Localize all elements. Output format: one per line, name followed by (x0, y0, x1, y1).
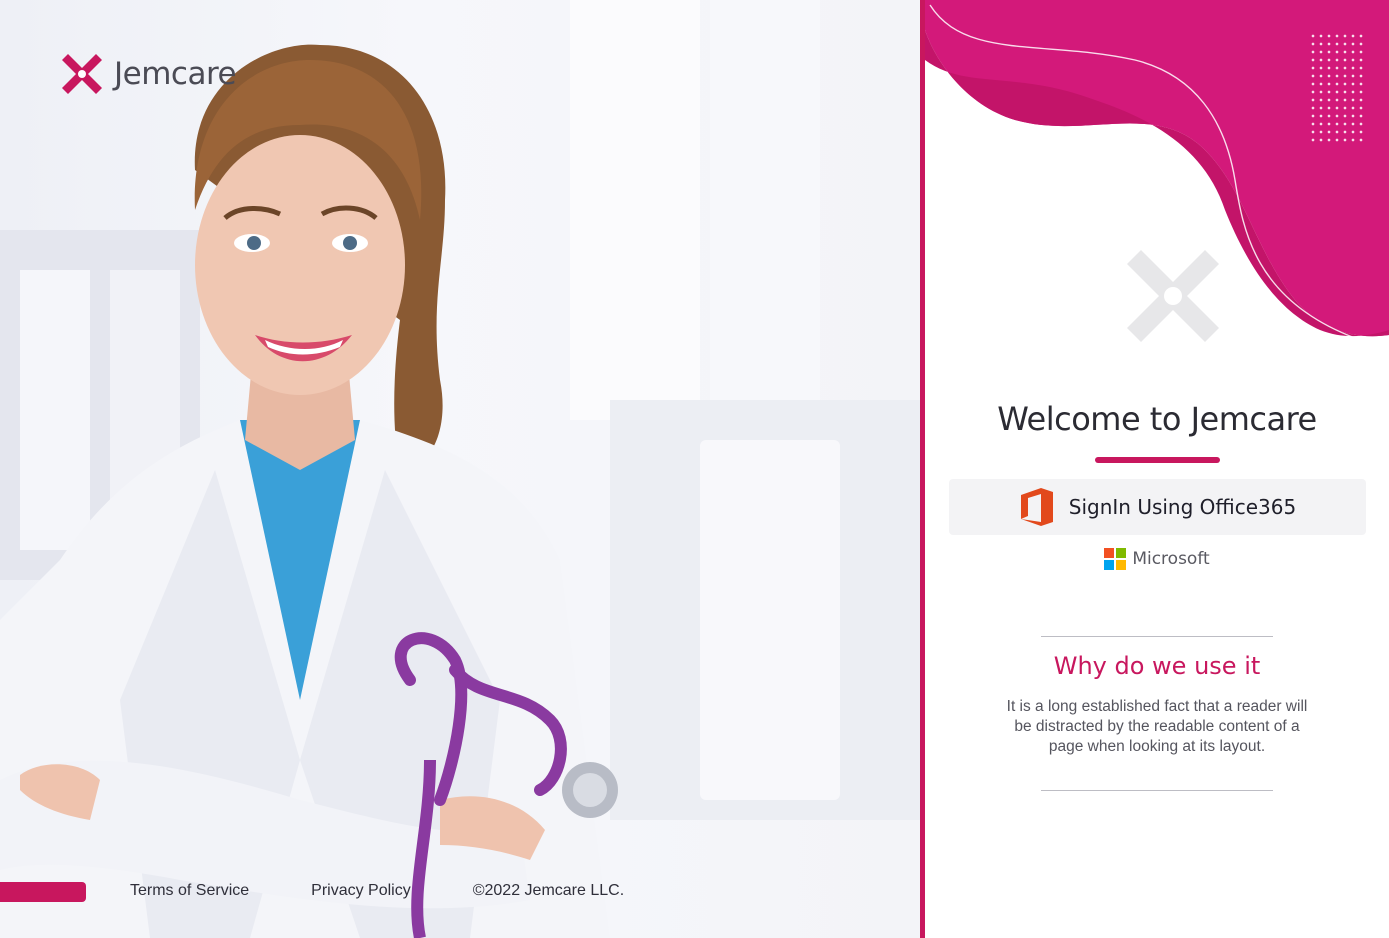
signin-label: SignIn Using Office365 (1068, 495, 1297, 519)
microsoft-logo-icon (1104, 548, 1127, 570)
microsoft-label: Microsoft (1132, 549, 1210, 569)
signin-office365-button[interactable]: SignIn Using Office365 (949, 479, 1366, 535)
separator-top (1041, 636, 1273, 637)
privacy-policy-link[interactable]: Privacy Policy (311, 882, 411, 900)
jemcare-logo-icon (62, 54, 102, 94)
welcome-underline (1095, 457, 1220, 463)
info-title: Why do we use it (1053, 652, 1261, 680)
separator-bottom (1041, 790, 1273, 791)
office365-icon (1020, 488, 1053, 526)
login-panel: Welcome to Jemcare SignIn Using Office36… (925, 0, 1389, 938)
microsoft-branding: Microsoft (925, 548, 1389, 570)
footer: Terms of Service Privacy Policy ©2022 Je… (130, 882, 624, 900)
welcome-title: Welcome to Jemcare (997, 400, 1317, 438)
copyright-text: ©2022 Jemcare LLC. (472, 882, 625, 899)
watermark-logo-icon (1127, 250, 1219, 342)
dot-grid-decoration (1309, 32, 1365, 144)
brand-logo[interactable]: Jemcare (58, 50, 237, 98)
footer-accent-bar (0, 882, 86, 902)
info-text: It is a long established fact that a rea… (1006, 698, 1308, 755)
terms-of-service-link[interactable]: Terms of Service (130, 882, 249, 900)
brand-name: Jemcare (114, 56, 237, 92)
doctor-illustration (0, 44, 618, 938)
hero-image (0, 0, 920, 938)
